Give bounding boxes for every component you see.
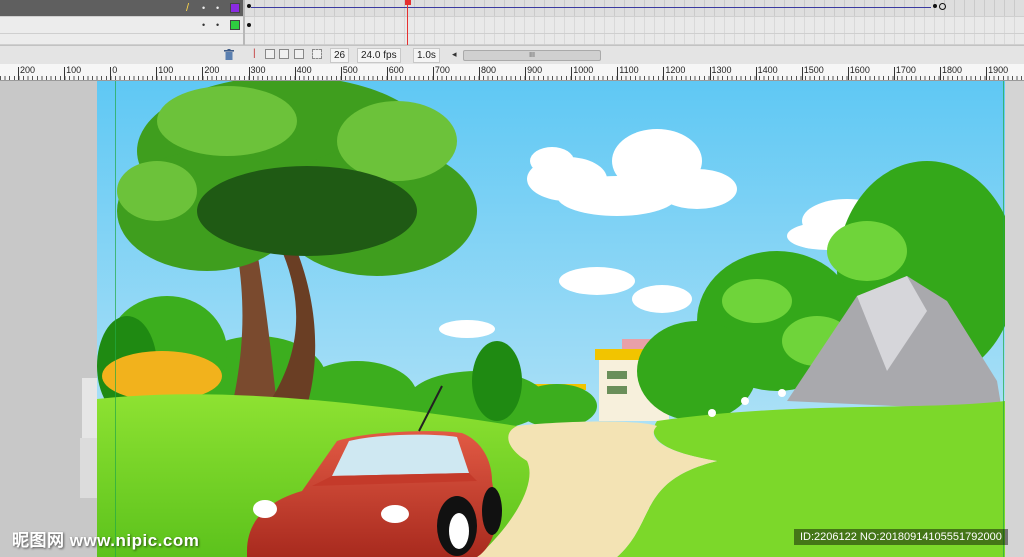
playhead-icon[interactable] (405, 0, 411, 5)
ruler-label: 1000 (573, 65, 594, 75)
watermark-right: ID:2206122 NO:20180914105551792000 (794, 529, 1008, 545)
stage-canvas[interactable] (97, 81, 1005, 557)
ruler-major-tick (571, 67, 573, 80)
ruler-label: 0 (112, 65, 118, 75)
empty-keyframe[interactable] (939, 3, 946, 10)
layer-color-swatch[interactable] (230, 3, 240, 13)
modify-markers-button[interactable] (312, 49, 322, 59)
guide-line-left[interactable] (115, 81, 116, 557)
onion-skin-button[interactable] (265, 49, 275, 59)
timeline-scrollbar-thumb[interactable]: III (463, 50, 601, 61)
layer-color-swatch[interactable] (230, 20, 240, 30)
ruler-label: 1600 (849, 65, 870, 75)
ruler-major-tick (801, 67, 803, 80)
ruler-label: 100 (158, 65, 174, 75)
pencil-icon[interactable]: / (186, 2, 189, 14)
ruler-major-tick (893, 67, 895, 80)
guide-line-right[interactable] (1003, 81, 1004, 557)
stage-artwork (97, 81, 1005, 557)
layer-row-1[interactable]: / • • (0, 0, 1024, 17)
ruler-major-tick (156, 67, 158, 80)
watermark-left: 昵图网 www.nipic.com (12, 531, 200, 550)
frame-strip-3 (245, 34, 1024, 44)
onion-outline-button[interactable] (279, 49, 289, 59)
ruler-major-tick (663, 67, 665, 80)
timeline-toolbar: | 26 24.0 fps 1.0s ◂ III (0, 45, 1024, 64)
visibility-dot[interactable]: • (202, 21, 205, 30)
layer-row-empty (0, 34, 1024, 45)
ruler-label: 1200 (665, 65, 686, 75)
ruler-major-tick (709, 67, 711, 80)
ruler-label: 1300 (711, 65, 732, 75)
timeline-panel: / • • • • | 26 24.0 fps 1.0s ◂ III (0, 0, 1024, 64)
ruler-label: 1900 (988, 65, 1009, 75)
ruler-label: 400 (296, 65, 312, 75)
ruler-label: 1500 (803, 65, 824, 75)
current-frame-field[interactable]: 26 (330, 48, 350, 63)
ruler-label: 1100 (619, 65, 639, 75)
lock-dot[interactable]: • (216, 4, 219, 13)
ruler-major-tick (386, 67, 388, 80)
layer-controls-2: • • (0, 17, 244, 33)
ruler-major-tick (479, 67, 480, 80)
ruler-major-tick (110, 67, 112, 80)
trash-icon[interactable] (224, 48, 234, 60)
ruler-label: 1400 (757, 65, 778, 75)
keyframe-end[interactable] (933, 4, 937, 8)
elapsed-time-field[interactable]: 1.0s (413, 48, 440, 63)
ruler-label: 1700 (895, 65, 916, 75)
offstage-element (80, 438, 97, 498)
ruler-label: 1800 (942, 65, 963, 75)
ruler-label: 500 (342, 65, 358, 75)
ruler-label: 600 (388, 65, 404, 75)
ruler-major-tick (617, 67, 619, 80)
ruler-label: 100 (66, 65, 82, 75)
ruler-label: 700 (434, 65, 450, 75)
ruler-major-tick (202, 67, 204, 80)
center-frame-icon[interactable]: | (253, 48, 256, 59)
ruler-label: 800 (481, 65, 497, 75)
edit-multiple-frames-button[interactable] (294, 49, 304, 59)
ruler-major-tick (847, 67, 849, 80)
ruler-label: 200 (20, 65, 36, 75)
ruler-major-tick (248, 67, 250, 80)
offstage-element (82, 378, 97, 438)
ruler-major-tick (755, 67, 757, 80)
layer-row-2[interactable]: • • (0, 17, 1024, 34)
lock-dot[interactable]: • (216, 21, 219, 30)
layer-controls-1: / • • (0, 0, 244, 16)
ruler-major-tick (940, 67, 941, 80)
tree-canopy-shadow (197, 166, 417, 256)
scroll-left-arrow-icon[interactable]: ◂ (452, 49, 457, 60)
ruler-major-tick (18, 67, 19, 80)
ruler-label: 200 (204, 65, 220, 75)
horizontal-ruler: 200 100 0 100 200 300 400 500 600 700 800 900 1000 11… (0, 64, 1024, 81)
yellow-bush (102, 351, 222, 401)
ruler-major-tick (340, 67, 342, 80)
ruler-major-tick (294, 67, 296, 80)
keyframe-start[interactable] (247, 23, 251, 27)
frame-strip-1[interactable] (245, 0, 1024, 16)
frame-strip-2[interactable] (245, 17, 1024, 33)
ruler-major-tick (525, 67, 527, 80)
visibility-dot[interactable]: • (202, 4, 205, 13)
tween-line (251, 7, 931, 8)
ruler-major-tick (64, 67, 66, 80)
ruler-major-tick (432, 67, 434, 80)
frame-rate-field[interactable]: 24.0 fps (357, 48, 401, 63)
ruler-major-tick (986, 67, 988, 80)
ruler-label: 300 (250, 65, 266, 75)
ruler-label: 900 (527, 65, 543, 75)
